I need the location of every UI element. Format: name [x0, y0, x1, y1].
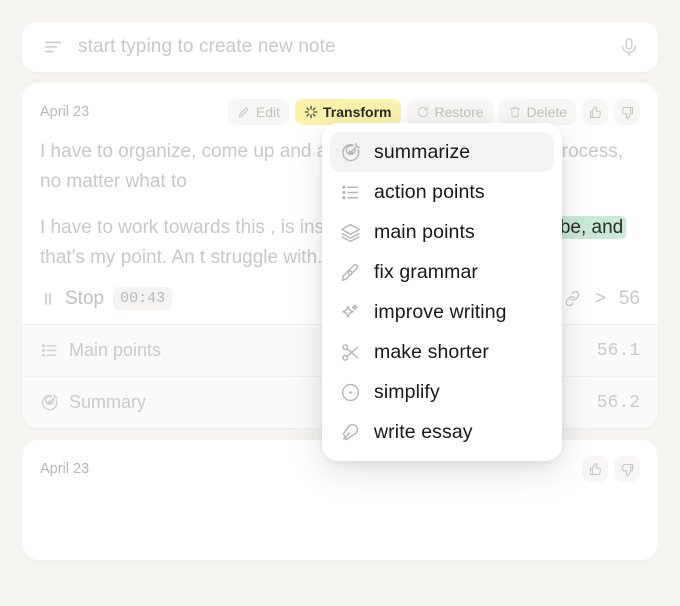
target-icon [340, 142, 361, 163]
feather-icon [340, 422, 361, 443]
restore-button[interactable]: Restore [406, 99, 493, 125]
edit-button[interactable]: Edit [227, 99, 290, 125]
menu-item-label: summarize [374, 140, 471, 163]
section-number: 56.2 [596, 392, 640, 413]
menu-item-action-points[interactable]: action points [330, 172, 554, 212]
delete-button[interactable]: Delete [498, 99, 576, 125]
thumbs-down-icon [620, 462, 635, 477]
menu-item-label: main points [374, 220, 475, 243]
menu-item-make-shorter[interactable]: make shorter [330, 332, 554, 372]
search-input-placeholder[interactable]: start typing to create new note [64, 36, 618, 58]
trash-icon [508, 105, 522, 119]
pause-icon [40, 290, 56, 308]
restore-icon [416, 105, 430, 119]
restore-button-label: Restore [434, 104, 484, 120]
transform-dropdown-menu: summarize action points main points fix … [322, 123, 562, 461]
stop-control[interactable]: Stop 00:43 [40, 287, 173, 310]
menu-item-label: action points [374, 180, 485, 203]
section-label: Summary [69, 392, 147, 412]
thumbs-down-button[interactable] [614, 456, 640, 482]
edit-button-label: Edit [255, 104, 281, 120]
note-toolbar: Edit Transform Restore Delete [227, 99, 640, 125]
second-note-feedback [582, 456, 640, 482]
scissors-icon [340, 342, 361, 363]
recording-timer: 00:43 [113, 287, 173, 310]
menu-item-label: improve writing [374, 300, 507, 323]
menu-item-label: write essay [374, 420, 473, 443]
meta-count: 56 [618, 287, 640, 309]
meta-chevron: > [594, 287, 606, 309]
note-date: April 23 [40, 104, 90, 120]
menu-item-main-points[interactable]: main points [330, 212, 554, 252]
new-note-searchbar[interactable]: start typing to create new note [22, 22, 658, 72]
section-label: Main points [69, 340, 162, 360]
menu-item-write-essay[interactable]: write essay [330, 412, 554, 452]
thumbs-up-button[interactable] [582, 99, 608, 125]
menu-item-label: simplify [374, 380, 440, 403]
section-number: 56.1 [596, 340, 640, 361]
thumbs-up-icon [588, 462, 603, 477]
link-icon[interactable] [563, 289, 582, 308]
delete-button-label: Delete [526, 104, 567, 120]
pencil-icon [237, 105, 251, 119]
menu-item-improve-writing[interactable]: improve writing [330, 292, 554, 332]
thumbs-up-button[interactable] [582, 456, 608, 482]
note-card-header: April 23 Edit Transform Restore Delete [40, 99, 640, 125]
menu-item-simplify[interactable]: simplify [330, 372, 554, 412]
thumbs-down-button[interactable] [614, 99, 640, 125]
sparkle-icon [304, 105, 318, 119]
transform-button[interactable]: Transform [295, 99, 401, 125]
note-paragraph-1-text: I have to organize, come up [40, 141, 280, 162]
thumbs-down-icon [620, 105, 635, 120]
circle-dot-icon [340, 382, 361, 403]
list-icon [40, 341, 59, 360]
menu-item-summarize[interactable]: summarize [330, 132, 554, 172]
pen-nib-icon [340, 262, 361, 283]
layers-icon [340, 222, 361, 243]
list-icon [340, 182, 361, 203]
second-note-date: April 23 [40, 461, 90, 477]
note-paragraph-2-post: that's my point. An t struggle with. [40, 247, 323, 268]
menu-item-label: fix grammar [374, 260, 479, 283]
thumbs-up-icon [588, 105, 603, 120]
note-meta: > 56 [563, 288, 640, 310]
sparkle-star-icon [340, 302, 361, 323]
text-lines-icon [42, 36, 64, 58]
menu-item-label: make shorter [374, 340, 489, 363]
target-icon [40, 393, 59, 412]
transform-button-label: Transform [323, 104, 392, 120]
app-root: start typing to create new note April 23 [0, 0, 680, 606]
menu-item-fix-grammar[interactable]: fix grammar [330, 252, 554, 292]
microphone-icon[interactable] [618, 36, 640, 58]
stop-label: Stop [65, 287, 105, 309]
